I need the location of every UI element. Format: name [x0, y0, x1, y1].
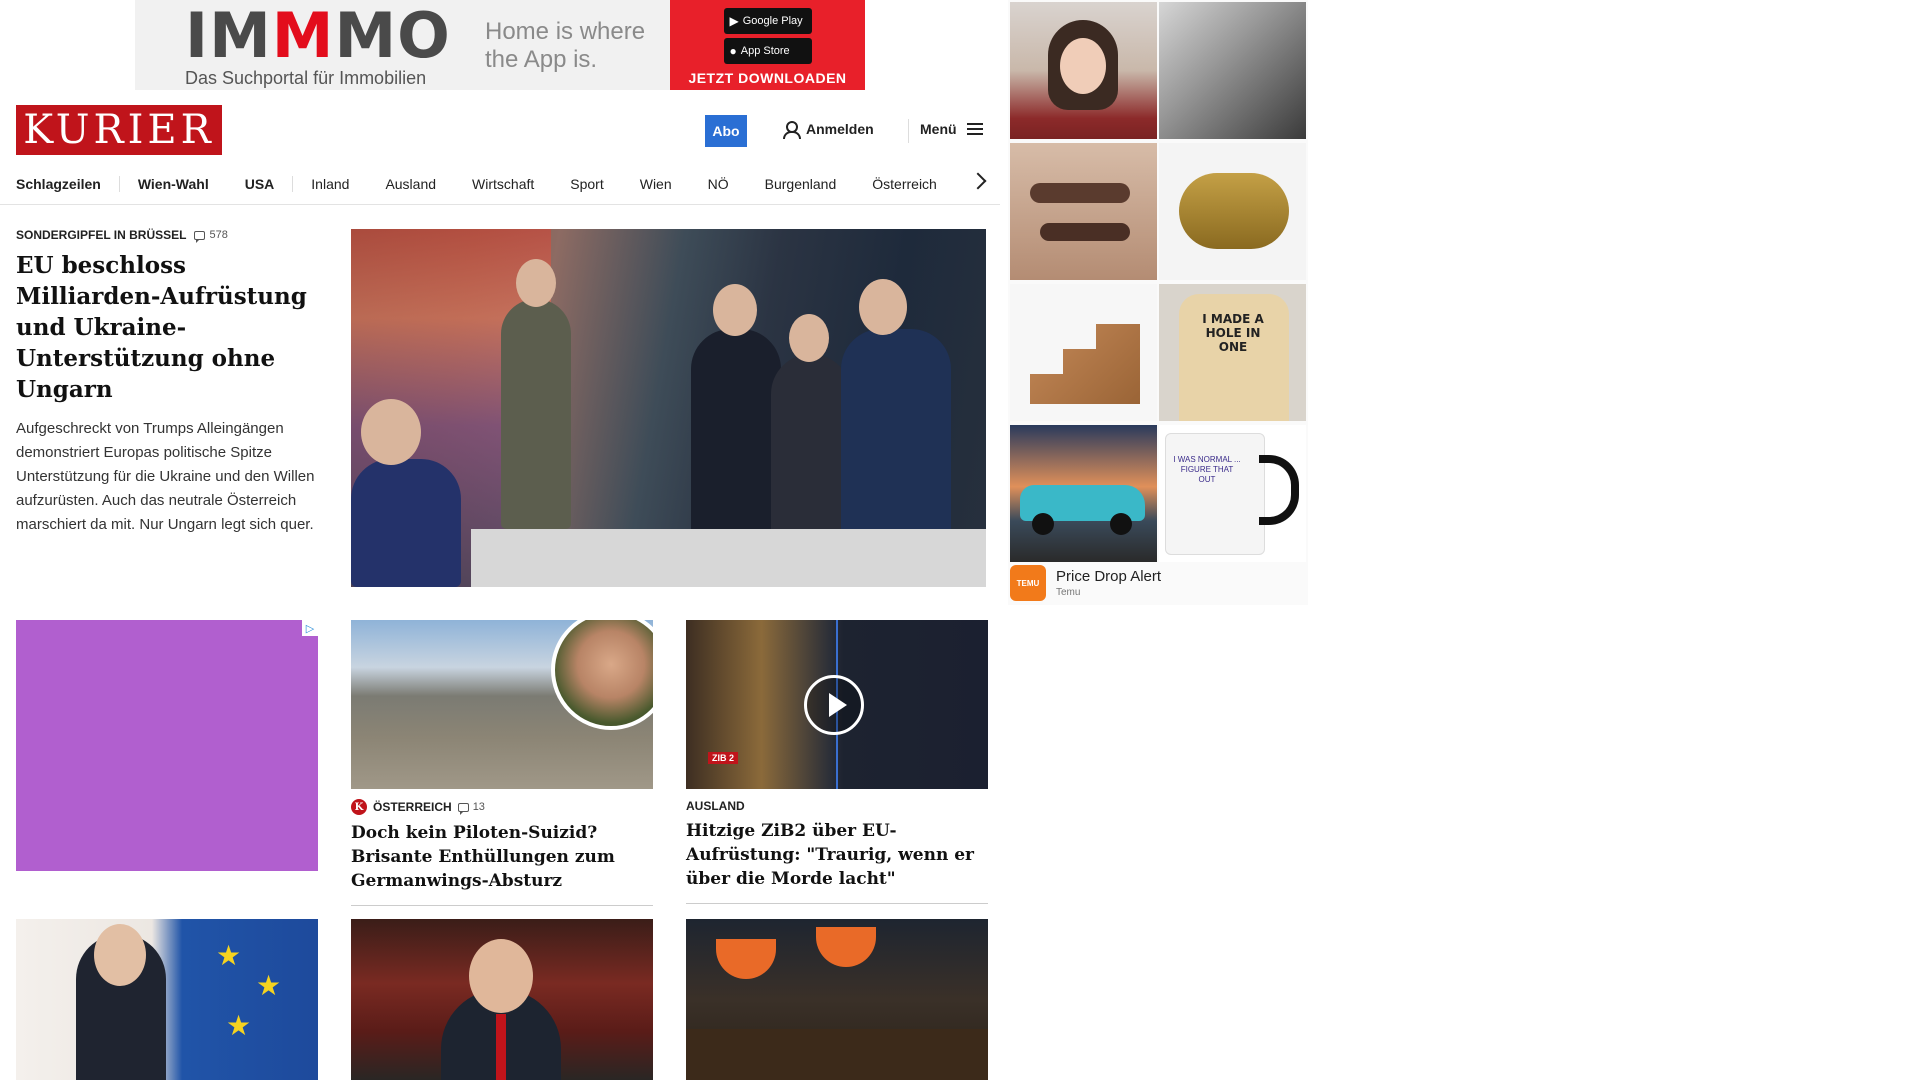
- ad-product-tile[interactable]: [1159, 2, 1306, 139]
- ad-product-tile[interactable]: [1159, 143, 1306, 280]
- comment-count[interactable]: 578: [194, 229, 228, 243]
- immmo-logo: IMMMO: [185, 0, 451, 72]
- eu-star-icon: ★: [226, 1010, 252, 1041]
- nav-item-burgenland[interactable]: Burgenland: [747, 176, 855, 192]
- article-headline[interactable]: Hitzige ZiB2 über EU-Aufrüstung: "Trauri…: [686, 819, 988, 891]
- comment-icon: [194, 230, 206, 243]
- user-icon: [782, 121, 801, 139]
- play-store-icon: ▶: [729, 14, 739, 28]
- nav-item-schlagzeilen[interactable]: Schlagzeilen: [16, 176, 119, 192]
- download-button[interactable]: JETZT DOWNLOADEN: [688, 70, 846, 86]
- shirt-print: I MADE A HOLE IN ONE: [1202, 312, 1264, 354]
- article-section: ÖSTERREICH: [373, 800, 452, 814]
- portrait-inset: [551, 620, 653, 730]
- nav-item-oesterreich[interactable]: Österreich: [854, 176, 955, 192]
- article-headline[interactable]: Doch kein Piloten-Suizid? Brisante Enthü…: [351, 821, 653, 893]
- ad-product-tile[interactable]: [1010, 143, 1157, 280]
- ad-product-tile[interactable]: I WAS NORMAL ... FIGURE THAT OUT: [1159, 425, 1306, 562]
- nav-next-chevron-icon[interactable]: [969, 172, 987, 190]
- product-ad[interactable]: ▷ ✕ I MADE A HOLE IN ONE I WAS NORMAL ..…: [1008, 0, 1308, 605]
- ad-cta[interactable]: ▶ Google Play ● App Store JETZT DOWNLOADEN: [670, 0, 865, 90]
- ad-advertiser: Temu: [1056, 587, 1081, 598]
- lead-image[interactable]: [351, 229, 986, 587]
- ad-product-tile[interactable]: [1010, 284, 1157, 421]
- lead-article[interactable]: SONDERGIPFEL IN BRÜSSEL 578 EU beschloss…: [16, 228, 321, 537]
- square-ad[interactable]: ▷: [16, 620, 318, 871]
- card-divider: [686, 903, 988, 904]
- nav-item-sport[interactable]: Sport: [552, 176, 621, 192]
- article-meta: AUSLAND: [686, 799, 988, 813]
- eu-star-icon: ★: [256, 970, 282, 1001]
- top-banner-ad[interactable]: IMMMO Das Suchportal für Immobilien Home…: [135, 0, 865, 90]
- ad-title: Price Drop Alert: [1056, 568, 1162, 585]
- nav-item-wirtschaft[interactable]: Wirtschaft: [454, 176, 552, 192]
- lead-headline[interactable]: EU beschloss Milliarden-Aufrüstung und U…: [16, 250, 321, 405]
- nav-item-inland[interactable]: Inland: [292, 175, 367, 192]
- ad-product-tile[interactable]: I MADE A HOLE IN ONE: [1159, 284, 1306, 421]
- temu-logo: TEMU: [1010, 565, 1046, 601]
- nav-item-noe[interactable]: NÖ: [690, 176, 747, 192]
- article-thumbnail-eu-press[interactable]: ★ ★ ★: [16, 919, 318, 1080]
- kurier-logo[interactable]: KURIER: [16, 105, 222, 155]
- nav-item-usa[interactable]: USA: [227, 176, 293, 192]
- mug-print: I WAS NORMAL ... FIGURE THAT OUT: [1173, 455, 1241, 484]
- price-drop-alert[interactable]: TEMU Price Drop Alert Temu: [1010, 565, 1161, 601]
- card-divider: [351, 905, 653, 906]
- ad-product-tile[interactable]: [1010, 2, 1157, 139]
- video-thumbnail[interactable]: ZIB 2: [686, 620, 988, 789]
- play-icon[interactable]: [804, 675, 864, 735]
- app-store-badge[interactable]: ● App Store: [723, 38, 812, 64]
- eu-star-icon: ★: [216, 940, 242, 971]
- lead-teaser: Aufgeschreckt von Trumps Alleingängen de…: [16, 420, 315, 533]
- article-thumbnail-restaurant[interactable]: [686, 919, 988, 1080]
- adchoices-icon[interactable]: ▷: [302, 620, 318, 636]
- article-card-germanwings[interactable]: K ÖSTERREICH 13 Doch kein Piloten-Suizid…: [351, 620, 653, 906]
- hamburger-icon: [966, 123, 983, 135]
- article-section: AUSLAND: [686, 799, 745, 813]
- comment-count[interactable]: 13: [457, 801, 485, 815]
- comment-icon: [457, 802, 469, 815]
- header-divider: [908, 119, 909, 143]
- nav-item-ausland[interactable]: Ausland: [367, 176, 454, 192]
- article-card-zib2[interactable]: ZIB 2 AUSLAND Hitzige ZiB2 über EU-Aufrü…: [686, 620, 988, 904]
- lead-kicker: SONDERGIPFEL IN BRÜSSEL 578: [16, 228, 321, 243]
- ad-claim: Home is where the App is.: [485, 18, 646, 73]
- abo-button[interactable]: Abo: [705, 115, 747, 147]
- apple-icon: ●: [729, 44, 737, 58]
- site-header: KURIER Abo Anmelden Menü: [0, 105, 1000, 157]
- nav-item-wien-wahl[interactable]: Wien-Wahl: [118, 175, 227, 192]
- kurier-plus-badge: K: [351, 799, 367, 815]
- login-label: Anmelden: [806, 121, 874, 137]
- menu-label: Menü: [920, 121, 957, 137]
- login-button[interactable]: Anmelden: [782, 121, 874, 139]
- section-nav: Schlagzeilen Wien-Wahl USA Inland Auslan…: [0, 163, 1000, 205]
- article-meta: K ÖSTERREICH 13: [351, 799, 653, 815]
- nav-item-wien[interactable]: Wien: [622, 176, 690, 192]
- ad-product-tile[interactable]: [1010, 425, 1157, 562]
- article-thumbnail-politician[interactable]: [351, 919, 653, 1080]
- lead-section: SONDERGIPFEL IN BRÜSSEL: [16, 228, 187, 242]
- article-thumbnail[interactable]: [351, 620, 653, 789]
- zib2-label: ZIB 2: [708, 752, 739, 764]
- immmo-brand: IMMMO Das Suchportal für Immobilien: [135, 0, 485, 90]
- google-play-badge[interactable]: ▶ Google Play: [723, 8, 812, 34]
- menu-button[interactable]: Menü: [920, 121, 983, 137]
